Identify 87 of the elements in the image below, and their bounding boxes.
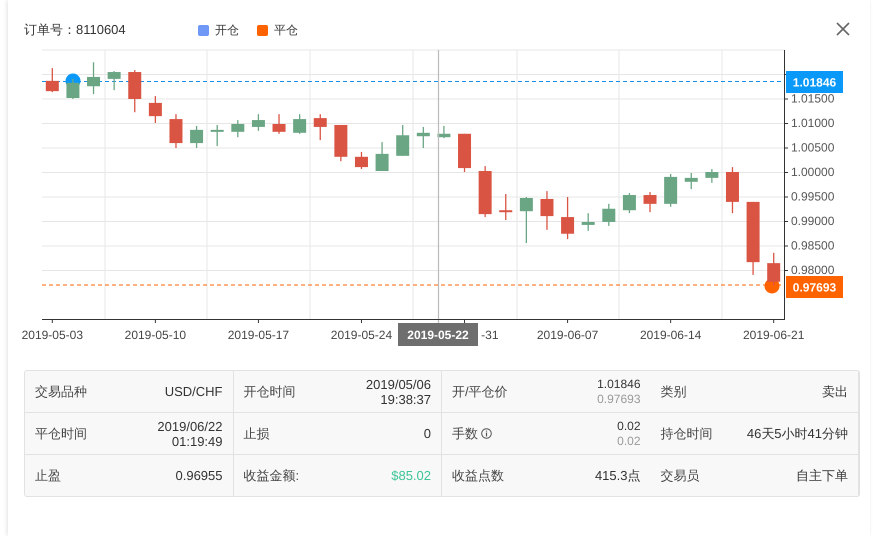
y-axis-label: 1.01500 — [791, 92, 834, 106]
x-axis-label: 2019-06-07 — [536, 328, 598, 342]
candlestick — [334, 124, 348, 162]
candlestick — [252, 114, 265, 131]
candlestick — [478, 166, 492, 218]
candlestick — [644, 192, 657, 212]
x-axis-label: 2019-06-21 — [743, 328, 804, 342]
candlestick — [602, 204, 616, 226]
field-value: 01:19:49 — [172, 434, 222, 448]
candlestick — [458, 134, 472, 172]
field-label: 止盈 — [35, 466, 61, 484]
candlestick — [190, 126, 204, 148]
field-value: 46天5小时41分钟 — [746, 426, 848, 441]
legend-label: 平仓 — [274, 22, 298, 38]
y-axis-label: 0.99000 — [791, 214, 834, 228]
field-value: $85.02 — [391, 468, 431, 483]
x-axis-label: 2019-06-14 — [640, 328, 702, 342]
field-label: 平仓时间 — [35, 424, 87, 442]
candlestick — [46, 68, 59, 92]
y-axis-label: 1.01000 — [791, 116, 834, 130]
candlestick — [272, 114, 286, 134]
y-axis-label: 0.98500 — [791, 238, 834, 252]
candlestick — [582, 213, 595, 231]
field-value: 0.02 — [617, 434, 640, 448]
candlestick — [622, 193, 636, 214]
field-label: 开仓时间 — [244, 382, 296, 400]
field-label: 交易员 — [660, 466, 700, 484]
field-label: 收益点数 — [452, 466, 504, 484]
candlestick — [108, 71, 121, 90]
candlestick — [705, 169, 718, 183]
field-value: 自主下单 — [796, 468, 848, 483]
candlestick — [499, 194, 512, 220]
candlestick — [376, 142, 389, 172]
order-number: 订单号：8110604 — [24, 21, 127, 39]
candlestick — [354, 152, 368, 170]
candlestick — [231, 120, 244, 138]
close-icon — [836, 22, 850, 36]
field-value: USD/CHF — [164, 384, 222, 399]
y-axis-label: 0.98000 — [791, 263, 834, 277]
candlestick — [767, 252, 780, 286]
open-price-tag: 1.01846 — [786, 71, 843, 93]
candlestick — [520, 197, 533, 244]
crosshair-date-tag: 2019-05-22 — [398, 323, 478, 346]
x-axis-label: -31 — [481, 328, 499, 342]
y-axis-label: 1.00500 — [791, 140, 834, 154]
field-value: 2019/05/06 — [366, 376, 431, 392]
field-label: 收益金额: — [244, 466, 300, 484]
field-value: 1.01846 — [597, 376, 640, 392]
x-axis-label: 2019-05-17 — [228, 328, 290, 342]
x-axis-label: 2019-05-03 — [22, 328, 83, 342]
x-axis-label: 2019-05-24 — [330, 328, 392, 342]
field-label: 手数 — [452, 424, 478, 442]
candlestick — [87, 62, 100, 94]
field-value: 0.96955 — [176, 468, 222, 483]
candlestick — [437, 126, 450, 138]
field-value: 19:38:37 — [380, 392, 431, 406]
candlestick — [169, 114, 182, 148]
field-value: 卖出 — [822, 384, 848, 399]
candlestick — [128, 70, 142, 112]
field-value: 0 — [424, 426, 431, 441]
candlestick — [561, 197, 574, 240]
candlestick — [314, 114, 327, 140]
y-axis-label: 0.99500 — [791, 190, 834, 204]
field-value: 0.02 — [617, 418, 640, 434]
field-label: 类别 — [660, 382, 686, 400]
candlestick — [396, 124, 410, 156]
candlestick — [684, 172, 698, 190]
field-value: 2019/06/22 — [157, 418, 222, 434]
field-value: 0.97693 — [597, 392, 640, 406]
x-axis-label: 2019-05-10 — [124, 328, 186, 342]
candlestick — [664, 174, 678, 207]
candlestick — [293, 114, 306, 134]
candlestick — [148, 96, 162, 123]
field-label: 开/平仓价 — [452, 382, 508, 400]
close-button[interactable] — [836, 22, 852, 38]
field-label: 交易品种 — [35, 382, 87, 400]
field-value: 415.3点 — [594, 468, 640, 483]
y-axis-label: 1.00000 — [791, 165, 834, 179]
candlestick — [66, 78, 80, 99]
candlestick — [210, 124, 224, 146]
candlestick — [726, 167, 739, 214]
close-price-tag: 0.97693 — [786, 276, 843, 298]
field-label: 止损 — [244, 424, 270, 442]
candlestick — [416, 126, 430, 148]
legend-label: 开仓 — [215, 22, 239, 38]
candlestick — [540, 191, 554, 230]
field-label: 持仓时间 — [660, 424, 712, 442]
